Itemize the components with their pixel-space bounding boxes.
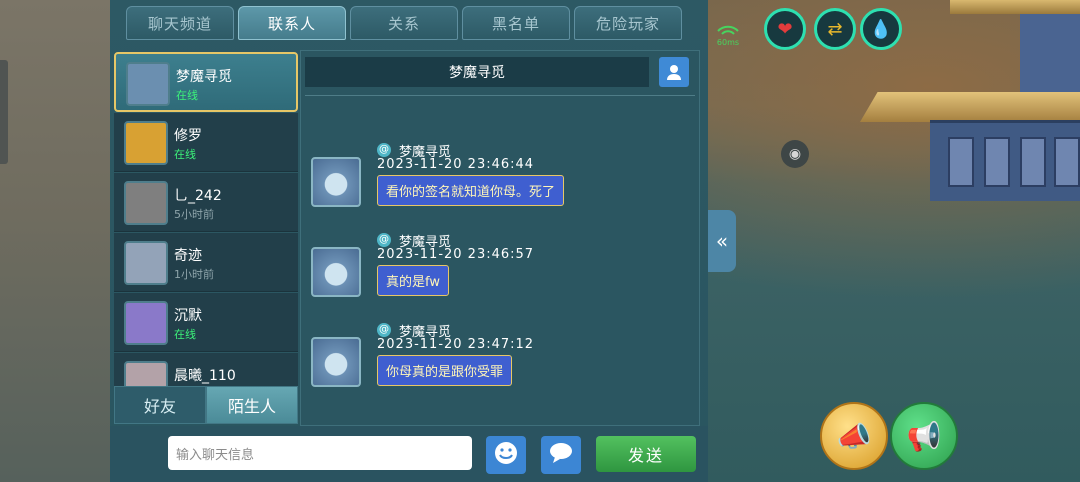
tab-blacklist[interactable]: 黑名单 <box>462 6 570 40</box>
chat-input[interactable]: 输入聊天信息 <box>168 436 472 470</box>
friend-type-tabs: 好友 陌生人 <box>114 386 298 424</box>
avatar <box>124 361 168 386</box>
contact-name: 晨曦_110 <box>174 368 236 384</box>
message-time: 2023-11-20 23:46:44 <box>377 157 535 172</box>
input-bar: 输入聊天信息 发送 <box>110 426 708 482</box>
world-broadcast-button[interactable]: 📣 <box>820 402 888 470</box>
message-time: 2023-11-20 23:47:12 <box>377 337 535 352</box>
contact-status: 5小时前 <box>174 208 214 221</box>
swap-arrow-icon: ⇄ <box>827 18 843 40</box>
user-profile-icon[interactable] <box>659 57 689 87</box>
sender-avatar[interactable] <box>311 247 361 297</box>
sender-avatar[interactable] <box>311 337 361 387</box>
message-bubble[interactable]: 看你的签名就知道你母。死了 <box>377 175 565 206</box>
avatar <box>124 121 168 165</box>
contact-status: 在线 <box>174 148 196 161</box>
contact-name: 梦魔寻觅 <box>176 69 232 85</box>
contact-item[interactable]: 沉默 在线 <box>114 293 298 352</box>
speech-bubble-icon <box>548 441 574 469</box>
contact-item[interactable]: 晨曦_110 <box>114 353 298 386</box>
ping-label: 60ms <box>716 38 740 47</box>
temple-upper-roof <box>950 0 1080 14</box>
contact-name: 乚_242 <box>174 188 222 204</box>
smiley-icon <box>493 440 519 470</box>
contact-name: 奇迹 <box>174 248 202 264</box>
contact-name: 沉默 <box>174 308 202 324</box>
tab-strangers[interactable]: 陌生人 <box>206 386 298 424</box>
contact-item[interactable]: 奇迹 1小时前 <box>114 233 298 292</box>
water-drop-icon: 💧 <box>869 18 893 40</box>
contact-status: 在线 <box>176 89 198 102</box>
contact-status: 1小时前 <box>174 268 214 281</box>
quick-message-button[interactable] <box>541 436 581 474</box>
sender-badge-icon: @ <box>377 143 391 157</box>
avatar <box>126 62 170 106</box>
sender-avatar[interactable] <box>311 157 361 207</box>
send-button[interactable]: 发送 <box>596 436 696 472</box>
contact-name: 修罗 <box>174 128 202 144</box>
avatar <box>124 241 168 285</box>
temple-tower <box>1020 12 1080 92</box>
network-signal: 60ms <box>716 22 740 47</box>
message-bubble[interactable]: 真的是fw <box>377 265 449 296</box>
tab-dangerous-players[interactable]: 危险玩家 <box>574 6 682 40</box>
chat-window: 梦魔寻觅 @ 梦魔寻觅 2023-11-20 23:46:44 看你的签名就知道… <box>300 50 700 426</box>
sender-badge-icon: @ <box>377 323 391 337</box>
tab-relations[interactable]: 关系 <box>350 6 458 40</box>
contact-item[interactable]: 修罗 在线 <box>114 113 298 172</box>
tab-contacts[interactable]: 联系人 <box>238 6 346 40</box>
message-bubble[interactable]: 你母真的是跟你受罪 <box>377 355 513 386</box>
health-status[interactable]: ❤ <box>764 8 806 50</box>
contact-item[interactable]: 乚_242 5小时前 <box>114 173 298 232</box>
water-status[interactable]: 💧 <box>860 8 902 50</box>
contact-item[interactable]: 梦魔寻觅 在线 <box>114 52 298 112</box>
game-scene-left <box>0 0 112 482</box>
megaphone-icon: 📣 <box>836 419 872 453</box>
avatar <box>124 301 168 345</box>
tab-bar: 聊天频道 联系人 关系 黑名单 危险玩家 <box>126 6 682 40</box>
temple-roof <box>860 92 1080 122</box>
double-chevron-left-icon: « <box>715 229 729 253</box>
megaphone-icon: 📢 <box>906 419 942 453</box>
chat-message: @ 梦魔寻觅 2023-11-20 23:46:44 看你的签名就知道你母。死了 <box>305 143 695 223</box>
chat-panel: 聊天频道 联系人 关系 黑名单 危险玩家 梦魔寻觅 在线 修罗 在线 乚_242… <box>110 0 708 482</box>
hunger-status[interactable]: ⇄ <box>814 8 856 50</box>
temple-wall <box>930 120 1080 201</box>
chat-divider <box>305 95 695 96</box>
avatar <box>124 181 168 225</box>
emoji-button[interactable] <box>486 436 526 474</box>
collapse-panel-button[interactable]: « <box>708 210 736 272</box>
chat-message: @ 梦魔寻觅 2023-11-20 23:46:57 真的是fw <box>305 233 695 313</box>
chat-title: 梦魔寻觅 <box>305 57 649 87</box>
eye-icon[interactable]: ◉ <box>781 140 809 168</box>
team-broadcast-button[interactable]: 📢 <box>890 402 958 470</box>
chat-message: @ 梦魔寻觅 2023-11-20 23:47:12 你母真的是跟你受罪 <box>305 323 695 403</box>
tab-friends[interactable]: 好友 <box>114 386 206 424</box>
tab-chat-channel[interactable]: 聊天频道 <box>126 6 234 40</box>
left-edge-tab[interactable] <box>0 60 8 164</box>
contact-status: 在线 <box>174 328 196 341</box>
heart-icon: ❤ <box>777 18 793 40</box>
wifi-icon <box>717 25 739 35</box>
contact-list: 梦魔寻觅 在线 修罗 在线 乚_242 5小时前 奇迹 1小时前 沉默 在线 晨… <box>114 52 298 386</box>
sender-badge-icon: @ <box>377 233 391 247</box>
message-time: 2023-11-20 23:46:57 <box>377 247 535 262</box>
